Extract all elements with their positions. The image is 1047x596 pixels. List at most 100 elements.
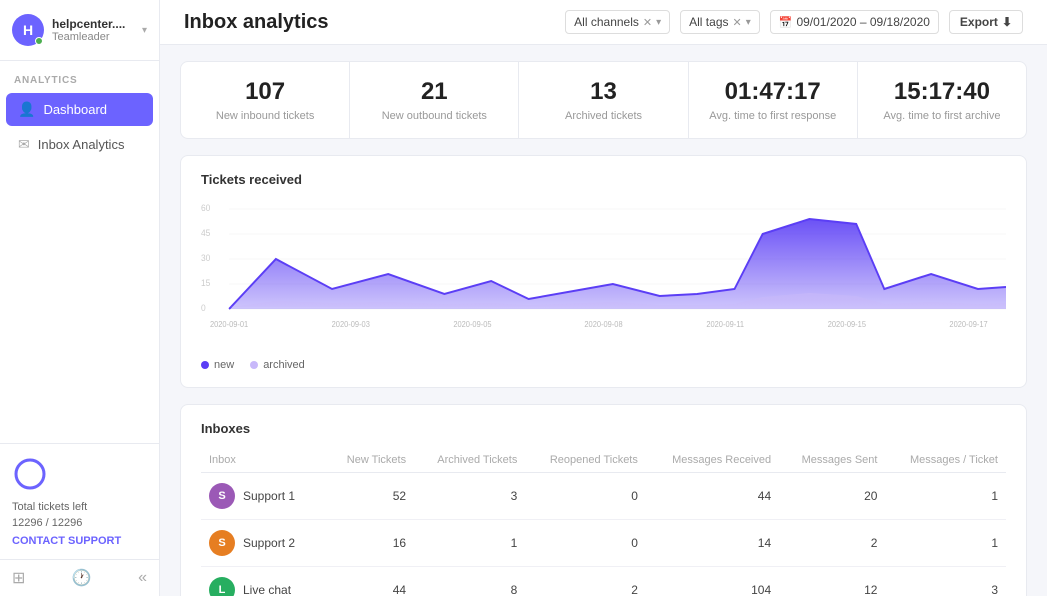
tags-filter[interactable]: All tags ✕ ▾ xyxy=(680,10,760,34)
svg-text:15: 15 xyxy=(201,278,211,288)
col-reopened-tickets: Reopened Tickets xyxy=(525,448,646,473)
svg-text:2020-09-05: 2020-09-05 xyxy=(453,320,491,329)
svg-text:2020-09-15: 2020-09-15 xyxy=(828,320,866,329)
svg-text:2020-09-17: 2020-09-17 xyxy=(949,320,987,329)
col-msg-per-ticket: Messages / Ticket xyxy=(885,448,1006,473)
new-tickets-cell: 16 xyxy=(327,520,414,567)
msg-per-ticket-cell: 1 xyxy=(885,473,1006,520)
contact-support-link[interactable]: CONTACT SUPPORT xyxy=(12,535,147,547)
stat-label: Avg. time to first archive xyxy=(878,110,1006,122)
sidebar-item-label: Dashboard xyxy=(43,102,107,117)
stat-value: 13 xyxy=(539,78,667,106)
chart-area: 60 45 30 15 0 xyxy=(201,199,1006,349)
export-button[interactable]: Export ⬇ xyxy=(949,10,1023,34)
chart-legend: new archived xyxy=(201,359,1006,371)
stat-value: 15:17:40 xyxy=(878,78,1006,106)
chevron-down-icon: ▾ xyxy=(142,25,147,36)
reopened-tickets-cell: 2 xyxy=(525,567,646,596)
stat-new-outbound: 21 New outbound tickets xyxy=(350,62,519,138)
svg-text:2020-09-11: 2020-09-11 xyxy=(706,320,744,329)
inbox-icon: ✉ xyxy=(18,136,30,153)
stat-value: 21 xyxy=(370,78,498,106)
table-row: S Support 2 16 1 0 14 2 1 xyxy=(201,520,1006,567)
msg-per-ticket-cell: 1 xyxy=(885,520,1006,567)
content-area: 107 New inbound tickets 21 New outbound … xyxy=(160,45,1047,596)
sidebar: H helpcenter.... Teamleader ▾ ANALYTICS … xyxy=(0,0,160,596)
archived-tickets-cell: 8 xyxy=(414,567,525,596)
new-tickets-cell: 52 xyxy=(327,473,414,520)
brand-name: helpcenter.... xyxy=(52,17,125,31)
archived-tickets-cell: 1 xyxy=(414,520,525,567)
sidebar-item-inbox-analytics[interactable]: ✉ Inbox Analytics xyxy=(6,128,153,161)
calendar-icon: 📅 xyxy=(779,16,793,29)
channels-clear-icon[interactable]: ✕ xyxy=(643,16,652,29)
msg-sent-cell: 12 xyxy=(779,567,885,596)
stat-label: New outbound tickets xyxy=(370,110,498,122)
export-label: Export xyxy=(960,15,998,29)
inbox-name-cell: L Live chat xyxy=(201,567,327,596)
main-content: Inbox analytics All channels ✕ ▾ All tag… xyxy=(160,0,1047,596)
legend-archived-dot xyxy=(250,361,258,369)
col-msg-sent: Messages Sent xyxy=(779,448,885,473)
col-msg-received: Messages Received xyxy=(646,448,779,473)
table-row: S Support 1 52 3 0 44 20 1 xyxy=(201,473,1006,520)
stat-value: 107 xyxy=(201,78,329,106)
svg-text:60: 60 xyxy=(201,203,211,213)
col-inbox: Inbox xyxy=(201,448,327,473)
sidebar-bottom-bar: ⊞ 🕐 « xyxy=(0,559,159,596)
svg-text:2020-09-08: 2020-09-08 xyxy=(584,320,622,329)
page-title: Inbox analytics xyxy=(184,11,555,34)
grid-icon[interactable]: ⊞ xyxy=(12,568,25,588)
channels-chevron-icon: ▾ xyxy=(656,17,661,28)
date-range-filter[interactable]: 📅 09/01/2020 – 09/18/2020 xyxy=(770,10,939,34)
stat-label: Archived tickets xyxy=(539,110,667,122)
avatar: H xyxy=(12,14,44,46)
svg-text:30: 30 xyxy=(201,253,211,263)
analytics-section-label: ANALYTICS xyxy=(0,61,159,92)
topbar: Inbox analytics All channels ✕ ▾ All tag… xyxy=(160,0,1047,45)
channels-label: All channels xyxy=(574,15,639,29)
reopened-tickets-cell: 0 xyxy=(525,473,646,520)
stat-label: Avg. time to first response xyxy=(709,110,837,122)
sidebar-footer: Total tickets left 12296 / 12296 CONTACT… xyxy=(0,443,159,559)
msg-sent-cell: 2 xyxy=(779,520,885,567)
chart-section: Tickets received 60 45 30 15 0 xyxy=(180,155,1027,388)
stat-avg-first-archive: 15:17:40 Avg. time to first archive xyxy=(858,62,1026,138)
tickets-chart: 60 45 30 15 0 xyxy=(201,199,1006,349)
tags-label: All tags xyxy=(689,15,728,29)
tickets-count: 12296 / 12296 xyxy=(12,517,147,529)
stat-archived: 13 Archived tickets xyxy=(519,62,688,138)
inboxes-section: Inboxes Inbox New Tickets Archived Ticke… xyxy=(180,404,1027,596)
stat-new-inbound: 107 New inbound tickets xyxy=(181,62,350,138)
online-indicator xyxy=(35,37,43,45)
svg-text:45: 45 xyxy=(201,228,211,238)
dashboard-icon: 👤 xyxy=(18,101,35,118)
svg-text:0: 0 xyxy=(201,303,206,313)
sidebar-item-label: Inbox Analytics xyxy=(38,137,125,152)
archived-tickets-cell: 3 xyxy=(414,473,525,520)
clock-icon[interactable]: 🕐 xyxy=(72,568,92,588)
tags-chevron-icon: ▾ xyxy=(746,17,751,28)
brand-sub: Teamleader xyxy=(52,31,125,43)
download-icon: ⬇ xyxy=(1002,15,1012,29)
channels-filter[interactable]: All channels ✕ ▾ xyxy=(565,10,670,34)
legend-archived: archived xyxy=(250,359,305,371)
legend-archived-label: archived xyxy=(263,359,305,371)
date-range-label: 09/01/2020 – 09/18/2020 xyxy=(796,15,929,29)
svg-text:2020-09-03: 2020-09-03 xyxy=(332,320,370,329)
inbox-name-cell: S Support 1 xyxy=(201,473,327,520)
col-archived-tickets: Archived Tickets xyxy=(414,448,525,473)
legend-new: new xyxy=(201,359,234,371)
inbox-name-cell: S Support 2 xyxy=(201,520,327,567)
sidebar-header[interactable]: H helpcenter.... Teamleader ▾ xyxy=(0,0,159,61)
chart-title: Tickets received xyxy=(201,172,1006,187)
collapse-icon[interactable]: « xyxy=(138,569,147,587)
stat-avg-first-response: 01:47:17 Avg. time to first response xyxy=(689,62,858,138)
svg-text:2020-09-01: 2020-09-01 xyxy=(210,320,248,329)
sidebar-item-dashboard[interactable]: 👤 Dashboard xyxy=(6,93,153,126)
reopened-tickets-cell: 0 xyxy=(525,520,646,567)
msg-received-cell: 14 xyxy=(646,520,779,567)
inboxes-title: Inboxes xyxy=(201,421,1006,436)
stats-row: 107 New inbound tickets 21 New outbound … xyxy=(180,61,1027,139)
tags-clear-icon[interactable]: ✕ xyxy=(733,16,742,29)
